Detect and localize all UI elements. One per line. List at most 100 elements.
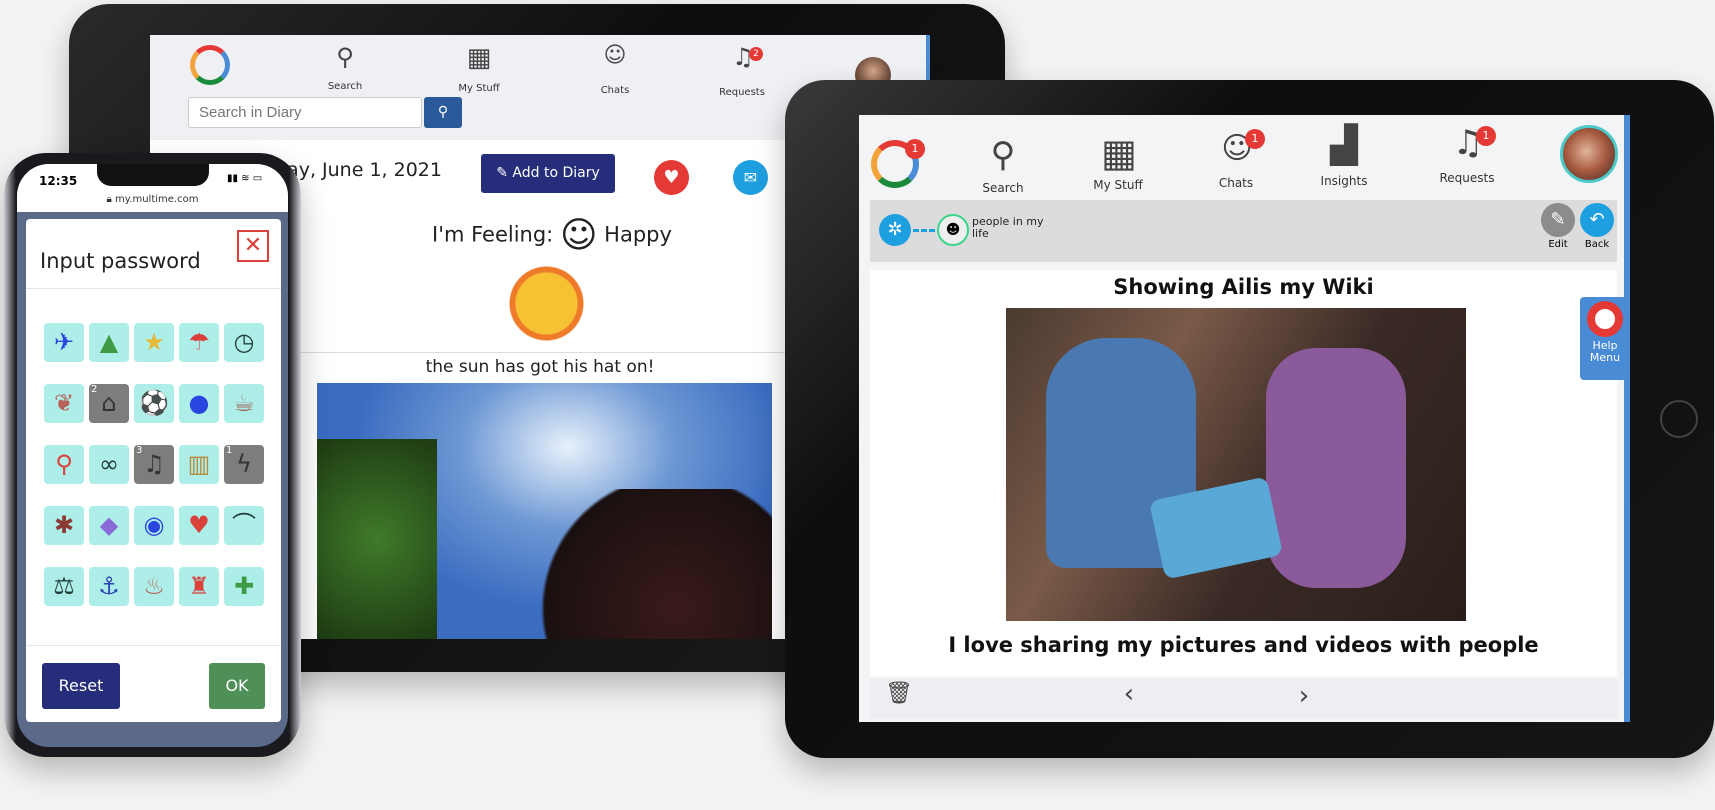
- diary-photo: [317, 383, 772, 639]
- bottom-bar: [870, 679, 1617, 719]
- wiki-title: Showing Ailis my Wiki: [1113, 275, 1374, 299]
- password-icon-cell[interactable]: ♨: [134, 567, 174, 606]
- feeling-value: Happy: [604, 222, 672, 247]
- password-symbol-icon: ▲: [99, 328, 119, 356]
- sun-icon: [505, 262, 588, 345]
- password-symbol-icon: ♜: [188, 572, 210, 600]
- password-icon-cell[interactable]: ⌂ 2: [89, 384, 129, 423]
- password-symbol-icon: ☂: [188, 328, 210, 356]
- nav-requests[interactable]: Requests: [1422, 171, 1512, 185]
- people-circle-icon[interactable]: ☻: [937, 214, 969, 246]
- url-bar[interactable]: my.multime.com: [115, 194, 198, 205]
- bar-chart-icon[interactable]: ▟: [1324, 125, 1364, 166]
- selection-order: 3: [136, 445, 143, 456]
- search-user-icon[interactable]: ⚲: [330, 43, 360, 71]
- password-icon-cell[interactable]: ∞: [89, 445, 129, 484]
- grid-icon[interactable]: ▦: [464, 43, 494, 73]
- password-symbol-icon: ϟ: [236, 450, 252, 478]
- search-user-icon[interactable]: ⚲: [985, 135, 1021, 175]
- dialog-title: Input password: [40, 249, 201, 273]
- search-button[interactable]: ⚲: [424, 97, 462, 128]
- password-symbol-icon: ⌂: [101, 389, 117, 417]
- back-label: Back: [1584, 239, 1610, 250]
- password-icon-cell[interactable]: ◷: [224, 323, 264, 362]
- password-dialog: Input password ✕ ✈ ▲ ★ ☂ ◷ ❦ ⌂ 2 ⚽ ● ☕ ⚲ ∞ ♫ 3 ▥ ϟ 1 ✱ ◆ ◉ ♥ ⌒…: [26, 219, 281, 722]
- grid-icon[interactable]: ▦: [1099, 131, 1139, 175]
- password-icon-cell[interactable]: ✚: [224, 567, 264, 606]
- nav-chats[interactable]: Chats: [1191, 176, 1281, 190]
- selection-order: 1: [226, 445, 233, 456]
- breadcrumb-label[interactable]: people in my life: [972, 216, 1052, 240]
- edit-button[interactable]: ✎: [1541, 203, 1575, 237]
- password-icon-cell[interactable]: ⚽: [134, 384, 174, 423]
- password-symbol-icon: ☕: [233, 389, 255, 417]
- phone-screen: 12:35 ▮▮ ≋ ▭ 🔒︎ my.multime.com Input pas…: [17, 164, 288, 747]
- trash-icon[interactable]: 🗑: [885, 681, 913, 706]
- password-symbol-icon: ⚲: [55, 450, 73, 478]
- password-icon-cell[interactable]: ✱: [44, 506, 84, 545]
- status-icons: ▮▮ ≋ ▭: [227, 173, 263, 184]
- nav-chats[interactable]: Chats: [575, 85, 655, 96]
- chat-icon[interactable]: ☺: [600, 43, 630, 68]
- password-symbol-icon: ❦: [53, 389, 75, 417]
- password-icon-cell[interactable]: ☂: [179, 323, 219, 362]
- requests-badge: 1: [1476, 126, 1496, 146]
- lifebuoy-icon: [1587, 301, 1623, 337]
- password-symbol-icon: ⌒: [232, 511, 256, 539]
- password-icon-cell[interactable]: ♜: [179, 567, 219, 606]
- nav-my-stuff[interactable]: My Stuff: [1073, 178, 1163, 192]
- password-symbol-icon: ★: [143, 328, 165, 356]
- network-icon[interactable]: ✲: [879, 214, 911, 246]
- password-icon-cell[interactable]: ●: [179, 384, 219, 423]
- password-icon-cell[interactable]: ◆: [89, 506, 129, 545]
- nav-insights[interactable]: Insights: [1299, 174, 1389, 188]
- back-button[interactable]: ↶: [1580, 203, 1614, 237]
- logo-badge: 1: [905, 139, 925, 159]
- password-symbol-icon: ✱: [53, 511, 75, 539]
- password-icon-cell[interactable]: ⌒: [224, 506, 264, 545]
- selection-order: 2: [91, 384, 98, 395]
- password-icon-cell[interactable]: ▥: [179, 445, 219, 484]
- close-button[interactable]: ✕: [237, 230, 269, 262]
- password-icon-cell[interactable]: ⚲: [44, 445, 84, 484]
- nav-search[interactable]: Search: [305, 81, 385, 92]
- requests-badge: 2: [749, 47, 763, 61]
- password-icon-cell[interactable]: ⚖: [44, 567, 84, 606]
- smiley-icon: ☺: [559, 215, 598, 256]
- help-menu-button[interactable]: Help Menu: [1580, 297, 1630, 380]
- nav-my-stuff[interactable]: My Stuff: [439, 83, 519, 94]
- password-icon-cell[interactable]: ◉: [134, 506, 174, 545]
- chevron-left-icon[interactable]: ‹: [1117, 679, 1141, 709]
- password-icon-cell[interactable]: ϟ1: [224, 445, 264, 484]
- avatar[interactable]: [1560, 125, 1618, 183]
- password-icon-cell[interactable]: ★: [134, 323, 174, 362]
- password-symbol-icon: ♨: [143, 572, 165, 600]
- add-to-diary-button[interactable]: ✎ Add to Diary: [481, 154, 615, 193]
- password-icon-cell[interactable]: ♫ 3: [134, 445, 174, 484]
- password-icon-cell[interactable]: ✈: [44, 323, 84, 362]
- multime-logo[interactable]: [190, 45, 230, 85]
- home-button[interactable]: [1660, 400, 1698, 438]
- chats-badge: 1: [1245, 129, 1265, 149]
- password-symbol-icon: ●: [188, 389, 210, 417]
- comment-button[interactable]: ✉: [733, 160, 768, 195]
- password-icon-cell[interactable]: ♥: [179, 506, 219, 545]
- nav-search[interactable]: Search: [958, 181, 1048, 195]
- heart-button[interactable]: ♥: [654, 160, 689, 195]
- chevron-right-icon[interactable]: ›: [1292, 681, 1316, 711]
- ok-button[interactable]: OK: [209, 663, 265, 709]
- password-symbol-icon: ♫: [143, 450, 165, 478]
- password-icon-cell[interactable]: ⚓: [89, 567, 129, 606]
- password-symbol-icon: ✈: [53, 328, 75, 356]
- password-icon-cell[interactable]: ☕: [224, 384, 264, 423]
- password-symbol-icon: ◉: [143, 511, 165, 539]
- nav-requests[interactable]: Requests: [702, 87, 782, 98]
- password-symbol-icon: ⚽: [139, 389, 169, 417]
- edit-label: Edit: [1548, 239, 1568, 250]
- reset-button[interactable]: Reset: [42, 663, 120, 709]
- password-icon-cell[interactable]: ❦: [44, 384, 84, 423]
- notch: [97, 164, 209, 186]
- password-icon-cell[interactable]: ▲: [89, 323, 129, 362]
- password-symbol-icon: ▥: [187, 450, 211, 478]
- search-input[interactable]: [188, 97, 422, 128]
